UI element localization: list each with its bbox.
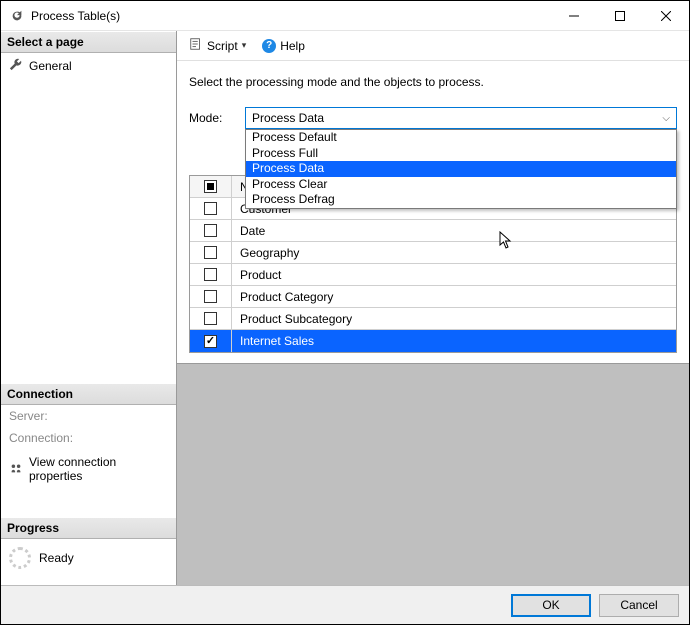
mode-option[interactable]: Process Default <box>246 130 676 146</box>
row-checkbox-cell[interactable] <box>190 198 232 219</box>
dialog-body: Select a page General Connection Server:… <box>1 31 689 586</box>
view-connection-properties[interactable]: View connection properties <box>1 449 176 483</box>
content-area: Select the processing mode and the objec… <box>177 61 689 585</box>
mode-option[interactable]: Process Full <box>246 146 676 162</box>
window-controls <box>551 1 689 31</box>
row-name-cell: Product Category <box>232 290 676 304</box>
progress-status: Ready <box>39 551 74 565</box>
progress-header: Progress <box>1 517 176 539</box>
connection-header: Connection <box>1 383 176 405</box>
connection-label: Connection: <box>1 427 176 449</box>
row-checkbox-cell[interactable] <box>190 286 232 307</box>
row-checkbox-cell[interactable] <box>190 330 232 352</box>
select-page-header: Select a page <box>1 31 176 53</box>
ok-label: OK <box>542 598 559 612</box>
left-panel: Select a page General Connection Server:… <box>1 31 177 585</box>
row-name-cell: Product Subcategory <box>232 312 676 326</box>
window-title: Process Table(s) <box>31 9 120 23</box>
table-row[interactable]: Product <box>190 264 676 286</box>
server-label: Server: <box>1 405 176 427</box>
chevron-down-icon: ▾ <box>242 40 247 51</box>
header-checkbox-cell[interactable] <box>190 176 232 197</box>
script-icon <box>189 37 203 54</box>
progress-row: Ready <box>1 539 176 577</box>
row-checkbox[interactable] <box>204 290 217 303</box>
table-row[interactable]: Product Subcategory <box>190 308 676 330</box>
toolbar: Script ▾ ? Help <box>177 31 689 61</box>
right-panel: Script ▾ ? Help Select the processing mo… <box>177 31 689 585</box>
footer: OK Cancel <box>1 586 689 624</box>
row-checkbox-cell[interactable] <box>190 220 232 241</box>
dialog-window: Process Table(s) Select a page General <box>0 0 690 625</box>
chevron-down-icon: ⌵ <box>662 113 670 124</box>
instruction-text: Select the processing mode and the objec… <box>189 75 677 89</box>
row-checkbox[interactable] <box>204 202 217 215</box>
wrench-icon <box>9 57 23 74</box>
minimize-button[interactable] <box>551 1 597 31</box>
row-checkbox[interactable] <box>204 335 217 348</box>
connection-icon <box>9 461 23 478</box>
table-row[interactable]: Product Category <box>190 286 676 308</box>
help-icon: ? <box>262 39 276 53</box>
mode-row: Mode: Process Data ⌵ Process DefaultProc… <box>189 107 677 129</box>
mode-option[interactable]: Process Defrag <box>246 192 676 208</box>
mode-option[interactable]: Process Clear <box>246 177 676 193</box>
row-checkbox[interactable] <box>204 268 217 281</box>
header-checkbox[interactable] <box>204 180 217 193</box>
table-row[interactable]: Date <box>190 220 676 242</box>
row-checkbox-cell[interactable] <box>190 242 232 263</box>
cancel-button[interactable]: Cancel <box>599 594 679 617</box>
mode-option[interactable]: Process Data <box>246 161 676 177</box>
script-label: Script <box>207 39 238 53</box>
row-checkbox-cell[interactable] <box>190 308 232 329</box>
row-checkbox-cell[interactable] <box>190 264 232 285</box>
table-row[interactable]: Internet Sales <box>190 330 676 352</box>
cancel-label: Cancel <box>620 598 657 612</box>
sidebar-item-label: General <box>29 59 72 73</box>
maximize-button[interactable] <box>597 1 643 31</box>
content-inner: Select the processing mode and the objec… <box>177 61 689 364</box>
row-name-cell: Product <box>232 268 676 282</box>
table-row[interactable]: Geography <box>190 242 676 264</box>
script-button[interactable]: Script ▾ <box>183 34 252 57</box>
sidebar-item-general[interactable]: General <box>1 53 176 78</box>
row-checkbox[interactable] <box>204 224 217 237</box>
help-button[interactable]: ? Help <box>256 36 311 56</box>
row-name-cell: Internet Sales <box>232 334 676 348</box>
row-name-cell: Geography <box>232 246 676 260</box>
view-connection-label: View connection properties <box>29 455 168 483</box>
mode-label: Mode: <box>189 111 237 125</box>
help-label: Help <box>280 39 305 53</box>
ok-button[interactable]: OK <box>511 594 591 617</box>
titlebar: Process Table(s) <box>1 1 689 31</box>
mode-select[interactable]: Process Data ⌵ <box>245 107 677 129</box>
close-button[interactable] <box>643 1 689 31</box>
row-name-cell: Date <box>232 224 676 238</box>
refresh-icon <box>9 8 25 24</box>
row-checkbox[interactable] <box>204 246 217 259</box>
mode-selected-value: Process Data <box>252 111 324 125</box>
spinner-icon <box>9 547 31 569</box>
mode-dropdown[interactable]: Process DefaultProcess FullProcess DataP… <box>245 129 677 209</box>
row-checkbox[interactable] <box>204 312 217 325</box>
